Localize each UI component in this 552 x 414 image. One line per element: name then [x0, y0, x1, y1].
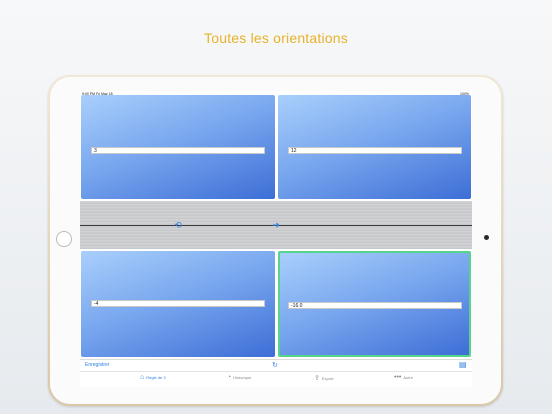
tab-label: Historique: [233, 375, 252, 380]
home-icon: ⌂: [140, 374, 145, 381]
tab-label: Règle de 3: [146, 375, 166, 380]
document-icon[interactable]: ▤: [459, 360, 467, 369]
headline: Toutes les orientations: [204, 30, 348, 46]
swap-icon[interactable]: ⟲: [173, 220, 183, 230]
tab-label: Autre: [403, 375, 413, 380]
home-button[interactable]: [56, 231, 72, 247]
value-field-bottom-left[interactable]: -4: [91, 300, 265, 307]
refresh-icon[interactable]: ↻: [272, 361, 278, 369]
panel-bottom-left[interactable]: -4: [81, 251, 275, 357]
camera: [484, 235, 489, 240]
value-field-top-right[interactable]: 12: [288, 147, 462, 154]
clock-icon: ◔: [227, 374, 232, 381]
save-button[interactable]: Enregistrer: [85, 362, 109, 368]
tab-autre[interactable]: ••• Autre: [394, 374, 413, 381]
arrow-right-icon[interactable]: ➜: [271, 220, 281, 230]
panel-top-right[interactable]: 12: [278, 95, 471, 199]
toolbar: Enregistrer ↻ ▤: [80, 359, 472, 371]
panel-bottom-right[interactable]: -16.0: [278, 251, 471, 357]
panel-top-left[interactable]: 3: [81, 95, 275, 199]
tab-bar: ⌂ Règle de 3 ◔ Historique ⇪ Export ••• A…: [80, 371, 472, 387]
app-screen: 9:00 PM Fri May 18 100% 3 12 ⟲ ➜ -4 -16.…: [80, 91, 472, 387]
metal-divider: ⟲ ➜: [80, 201, 472, 249]
share-icon: ⇪: [314, 375, 320, 382]
tab-export[interactable]: ⇪ Export: [314, 374, 333, 382]
value-field-bottom-right[interactable]: -16.0: [288, 302, 462, 309]
value-field-top-left[interactable]: 3: [91, 147, 265, 154]
tab-historique[interactable]: ◔ Historique: [227, 374, 251, 381]
tab-regle-de-3[interactable]: ⌂ Règle de 3: [140, 374, 166, 381]
more-icon: •••: [394, 374, 402, 381]
tab-label: Export: [321, 375, 334, 381]
